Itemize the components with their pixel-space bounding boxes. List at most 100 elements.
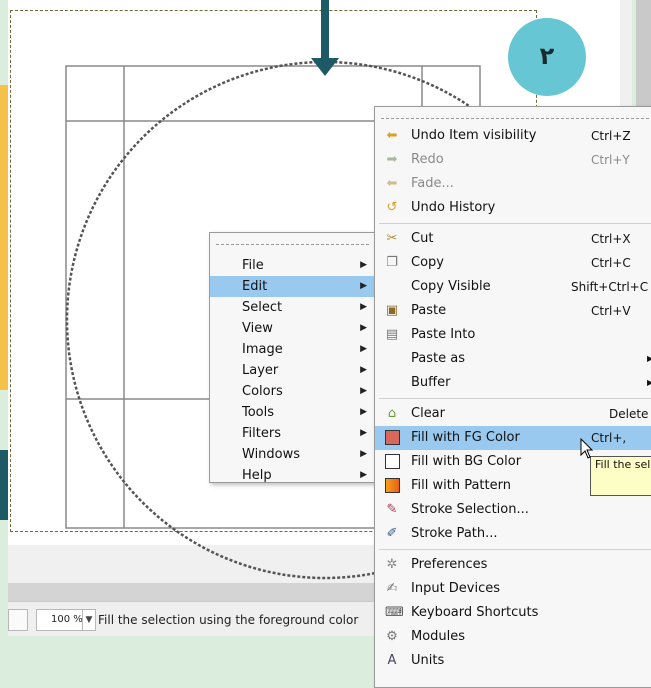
chevron-right-icon: ▶ [647, 354, 651, 363]
menu-preferences-label: Preferences [411, 557, 488, 572]
menu-clear[interactable]: ⌂ Clear Delete [375, 402, 651, 426]
menu-copy-label: Copy [411, 255, 444, 270]
menu-view[interactable]: View ▶ [210, 318, 375, 339]
menu-keyboard-shortcuts[interactable]: ⌨ Keyboard Shortcuts [375, 601, 651, 625]
status-bar: 100 % ▼ Fill the selection using the for… [8, 601, 376, 636]
menu-edit[interactable]: Edit ▶ [210, 276, 375, 297]
menu-tools[interactable]: Tools ▶ [210, 402, 375, 423]
menu-view-label: View [242, 321, 273, 336]
menu-separator [379, 398, 651, 399]
keyboard-icon: ⌨ [385, 605, 404, 620]
menu-stroke-path-label: Stroke Path... [411, 526, 498, 541]
chevron-right-icon: ▶ [360, 386, 367, 396]
chevron-right-icon: ▶ [360, 470, 367, 480]
menu-fade[interactable]: ⬅ Fade... [375, 172, 651, 196]
menu-buffer-label: Buffer [411, 375, 451, 390]
zoom-select[interactable]: 100 % ▼ [36, 609, 96, 631]
preferences-icon: ✲ [386, 557, 398, 572]
menu-paste-into[interactable]: ▤ Paste Into [375, 323, 651, 347]
menu-cut[interactable]: ✂ Cut Ctrl+X [375, 227, 651, 251]
chevron-right-icon: ▶ [360, 344, 367, 354]
pattern-swatch-icon [385, 478, 400, 493]
mouse-cursor-icon [580, 438, 594, 459]
menu-colors[interactable]: Colors ▶ [210, 381, 375, 402]
chevron-right-icon: ▶ [360, 449, 367, 459]
menu-stroke-selection-label: Stroke Selection... [411, 502, 529, 517]
menu-copy-visible-label: Copy Visible [411, 279, 491, 294]
menu-paste-shortcut: Ctrl+V [591, 304, 631, 318]
menu-stroke-path[interactable]: ✐ Stroke Path... [375, 522, 651, 546]
chevron-down-icon[interactable]: ▼ [82, 610, 95, 630]
menu-filters[interactable]: Filters ▶ [210, 423, 375, 444]
menu-paste-as[interactable]: Paste as ▶ [375, 347, 651, 371]
menu-paste-as-label: Paste as [411, 351, 465, 366]
menu-separator [379, 549, 651, 550]
menu-fill-pattern-label: Fill with Pattern [411, 478, 511, 493]
menu-input-devices-label: Input Devices [411, 581, 501, 596]
menu-separator [379, 223, 651, 224]
tearoff-line[interactable] [381, 110, 651, 119]
menu-file-label: File [242, 258, 264, 273]
menu-help-label: Help [242, 468, 272, 483]
menu-copy[interactable]: ❐ Copy Ctrl+C [375, 251, 651, 275]
menu-copy-visible[interactable]: Copy Visible Shift+Ctrl+C [375, 275, 651, 299]
chevron-right-icon: ▶ [360, 407, 367, 417]
pointer-arrow-head-icon [311, 58, 339, 76]
menu-paste-into-label: Paste Into [411, 327, 476, 342]
menu-clear-shortcut: Delete [609, 407, 649, 421]
menu-windows[interactable]: Windows ▶ [210, 444, 375, 465]
horizontal-scrollbar[interactable] [8, 583, 376, 601]
menu-fill-fg-label: Fill with FG Color [411, 430, 520, 445]
chevron-right-icon: ▶ [360, 281, 367, 291]
menu-redo[interactable]: ➡ Redo Ctrl+Y [375, 148, 651, 172]
chevron-right-icon: ▶ [360, 428, 367, 438]
menu-image[interactable]: Image ▶ [210, 339, 375, 360]
fg-color-swatch-icon [385, 430, 400, 445]
modules-icon: ⚙ [386, 629, 398, 644]
scissors-icon: ✂ [386, 231, 398, 246]
menu-modules[interactable]: ⚙ Modules [375, 625, 651, 649]
menu-undo-history-label: Undo History [411, 200, 496, 215]
menu-fill-bg-label: Fill with BG Color [411, 454, 522, 469]
menu-layer[interactable]: Layer ▶ [210, 360, 375, 381]
menu-undo[interactable]: ⬅ Undo Item visibility Ctrl+Z [375, 124, 651, 148]
menu-help[interactable]: Help ▶ [210, 465, 375, 486]
tearoff-line[interactable] [216, 236, 369, 245]
menu-clear-label: Clear [411, 406, 445, 421]
menu-select[interactable]: Select ▶ [210, 297, 375, 318]
chevron-right-icon: ▶ [647, 378, 651, 387]
menu-file[interactable]: File ▶ [210, 255, 375, 276]
step-badge: ٢ [508, 18, 586, 96]
menu-undo-shortcut: Ctrl+Z [591, 129, 631, 143]
menu-preferences[interactable]: ✲ Preferences [375, 553, 651, 577]
menu-undo-label: Undo Item visibility [411, 128, 537, 143]
menu-input-devices[interactable]: ✍ Input Devices [375, 577, 651, 601]
tooltip: Fill the selection using the foreground … [590, 456, 651, 496]
menu-select-label: Select [242, 300, 283, 315]
menu-units[interactable]: A Units [375, 649, 651, 673]
pointer-arrow-icon [321, 0, 329, 62]
menu-cut-shortcut: Ctrl+X [591, 232, 631, 246]
units-icon: A [387, 653, 397, 668]
menu-buffer[interactable]: Buffer ▶ [375, 371, 651, 395]
menu-paste-label: Paste [411, 303, 447, 318]
menu-copy-shortcut: Ctrl+C [591, 256, 631, 270]
menu-layer-label: Layer [242, 363, 279, 378]
menu-fill-fg[interactable]: Fill with FG Color Ctrl+, [375, 426, 651, 450]
unit-box[interactable] [8, 609, 28, 631]
stroke-path-icon: ✐ [386, 526, 398, 541]
context-submenu: File ▶ Edit ▶ Select ▶ View ▶ Image ▶ Layer ▶ … [209, 232, 376, 483]
redo-icon: ➡ [386, 152, 398, 167]
menu-paste[interactable]: ▣ Paste Ctrl+V [375, 299, 651, 323]
input-devices-icon: ✍ [386, 581, 398, 596]
menu-copy-visible-shortcut: Shift+Ctrl+C [571, 280, 649, 294]
menu-fade-label: Fade... [411, 176, 454, 191]
fade-icon: ⬅ [386, 176, 398, 191]
chevron-right-icon: ▶ [360, 260, 367, 270]
menu-stroke-selection[interactable]: ✎ Stroke Selection... [375, 498, 651, 522]
menu-units-label: Units [411, 653, 445, 668]
menu-windows-label: Windows [242, 447, 301, 462]
edit-menu: ⬅ Undo Item visibility Ctrl+Z ➡ Redo Ctrl+Y … [374, 106, 651, 688]
menu-undo-history[interactable]: ↺ Undo History [375, 196, 651, 220]
chevron-right-icon: ▶ [360, 323, 367, 333]
